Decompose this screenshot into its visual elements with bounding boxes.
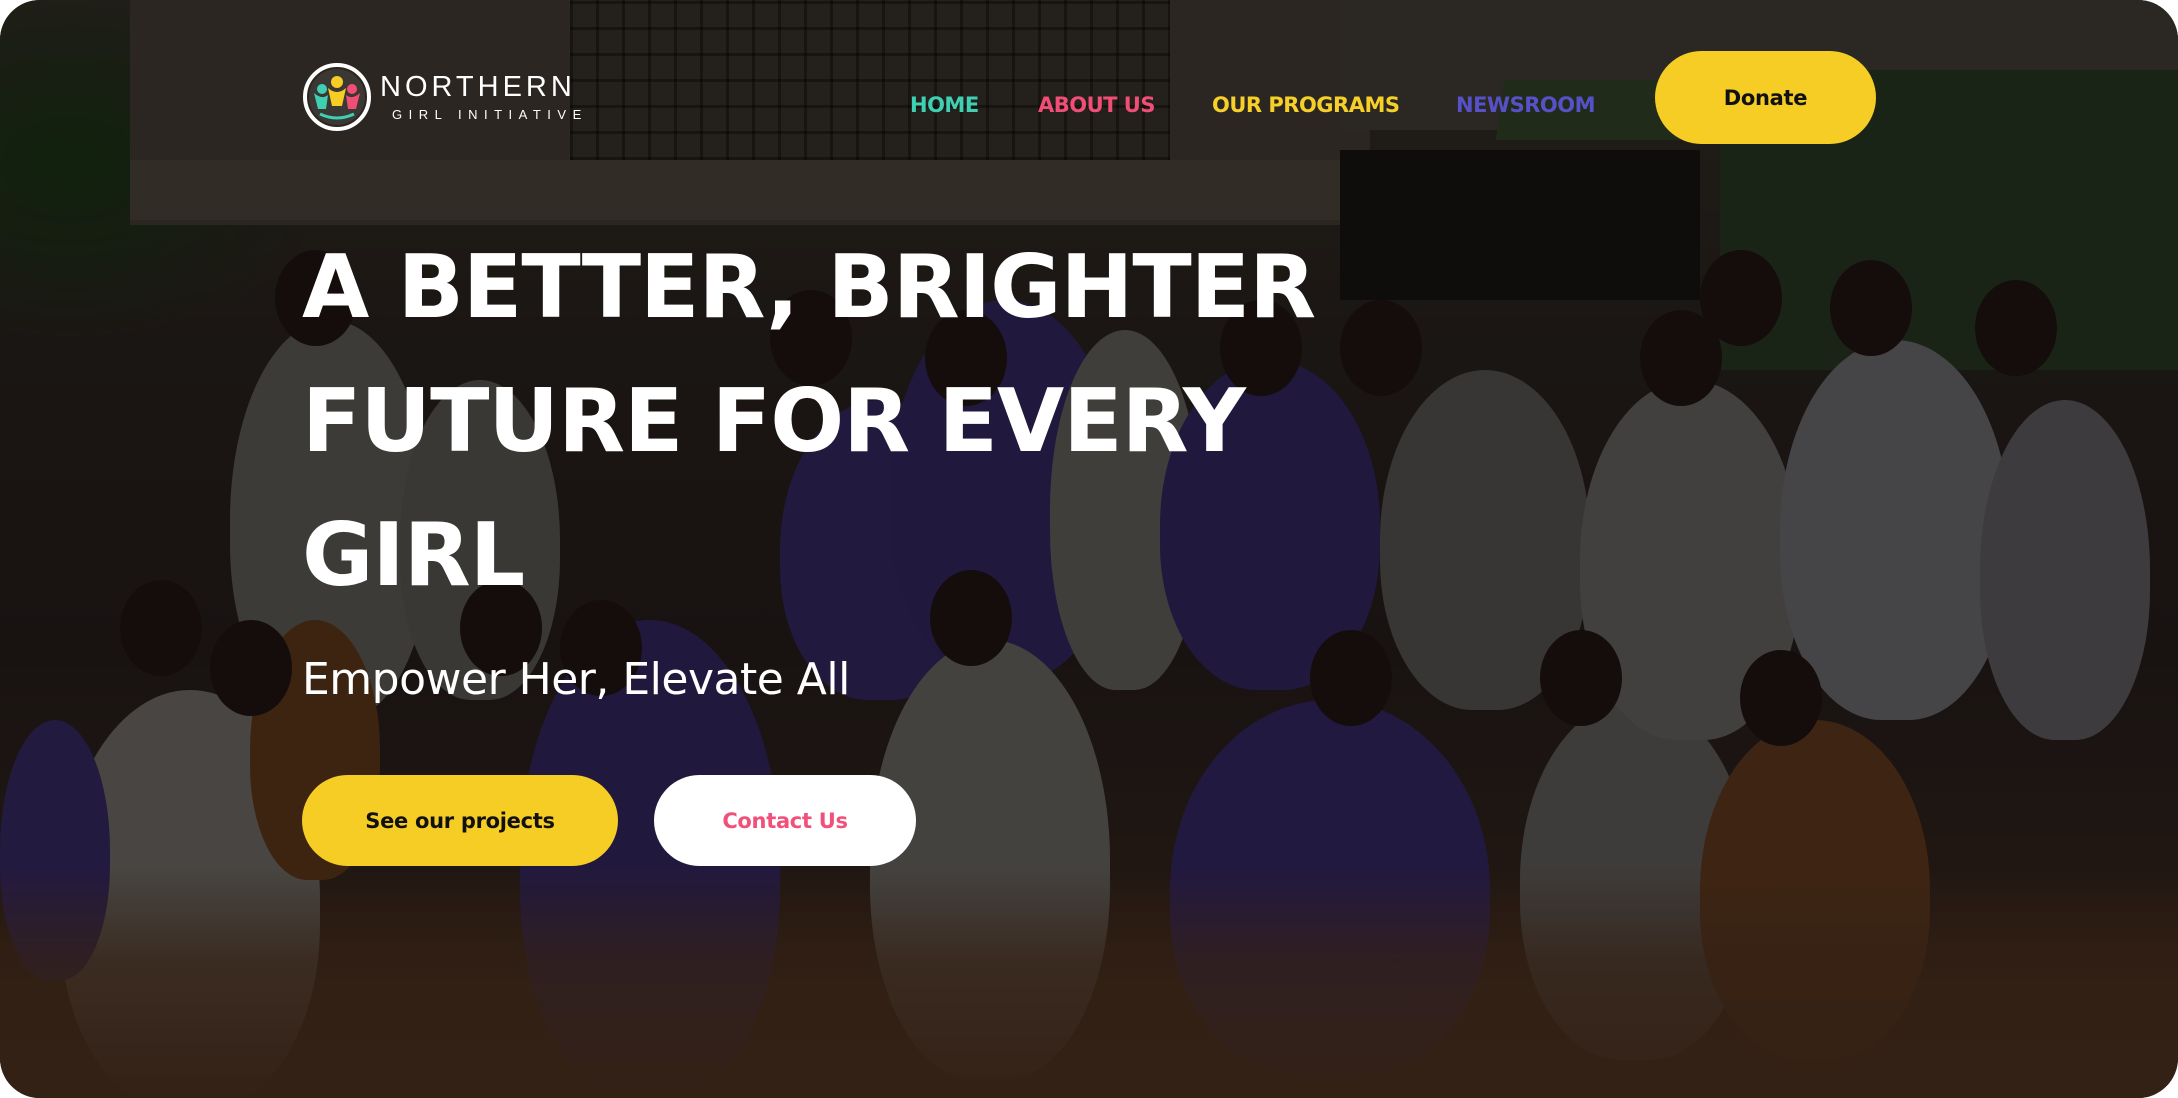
nav-item-home[interactable]: HOME (910, 93, 979, 117)
logo-wordmark: NORTHERN GIRL INITIATIVE (380, 71, 588, 122)
nav-item-about-us[interactable]: ABOUT US (1038, 93, 1155, 117)
site-logo[interactable]: NORTHERN GIRL INITIATIVE (302, 62, 588, 132)
hero-headline: A BETTER, BRIGHTER FUTURE FOR EVERY GIRL (302, 220, 1316, 622)
hero-section: NORTHERN GIRL INITIATIVE HOME ABOUT US O… (0, 0, 2178, 1098)
hero-tagline: Empower Her, Elevate All (302, 654, 850, 705)
logo-name-line1: NORTHERN (380, 71, 576, 103)
people-circle-logo-icon (303, 63, 371, 131)
donate-button[interactable]: Donate (1655, 51, 1876, 144)
contact-us-button[interactable]: Contact Us (654, 775, 916, 866)
nav-item-newsroom[interactable]: NEWSROOM (1456, 93, 1595, 117)
hero-headline-line: GIRL (302, 504, 525, 606)
logo-name-line2: GIRL INITIATIVE (392, 107, 588, 122)
hero-headline-line: A BETTER, BRIGHTER (302, 236, 1316, 338)
see-our-projects-button[interactable]: See our projects (302, 775, 618, 866)
nav-item-our-programs[interactable]: OUR PROGRAMS (1212, 93, 1400, 117)
hero-headline-line: FUTURE FOR EVERY (302, 370, 1246, 472)
